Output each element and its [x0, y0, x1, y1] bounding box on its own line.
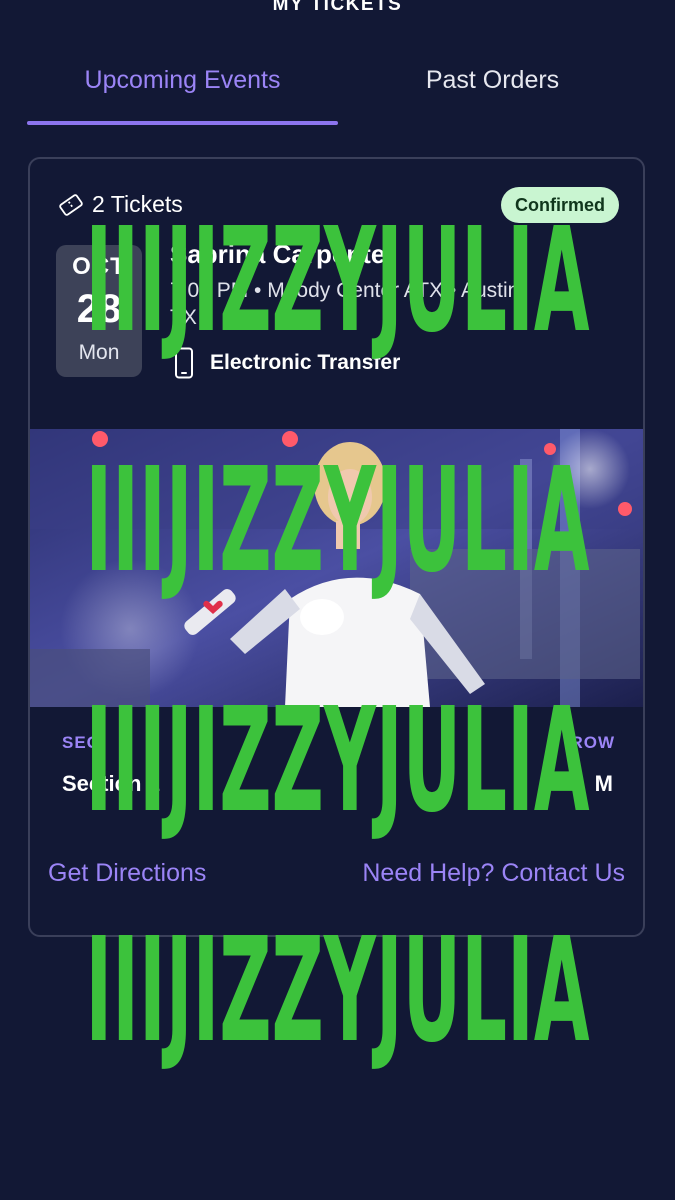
tickets-row: 2 Tickets [58, 191, 183, 218]
status-badge: Confirmed [501, 187, 619, 223]
get-directions-link[interactable]: Get Directions [48, 859, 206, 888]
section-value: Section 1 [62, 771, 160, 796]
tickets-count: 2 Tickets [92, 191, 183, 217]
row-value: M [594, 771, 613, 796]
page-title: MY TICKETS [272, 0, 403, 15]
row-label: ROW [570, 733, 615, 752]
tab-upcoming-events[interactable]: Upcoming Events [28, 66, 337, 95]
event-details: 7:00 PM • Moody Center ATX • Austin, TX [170, 279, 526, 329]
date-weekday: Mon [78, 341, 120, 364]
delivery-label: Electronic Transfer [210, 351, 401, 374]
ticket-icon [58, 193, 84, 216]
active-tab-indicator [27, 121, 338, 125]
phone-icon [174, 347, 194, 379]
event-image [30, 429, 643, 707]
tab-past-orders[interactable]: Past Orders [338, 66, 647, 95]
date-day: 28 [76, 287, 122, 331]
event-order-card[interactable]: 2 Tickets Confirmed OCT 28 Mon Sabrina C… [28, 157, 645, 937]
date-month: OCT [72, 253, 126, 280]
contact-us-link[interactable]: Need Help? Contact Us [362, 859, 625, 888]
event-date: OCT 28 Mon [56, 245, 142, 377]
section-label: SEC [62, 733, 100, 752]
event-name[interactable]: Sabrina Carpenter [170, 239, 395, 270]
delivery-method: Electronic Transfer [174, 347, 400, 379]
